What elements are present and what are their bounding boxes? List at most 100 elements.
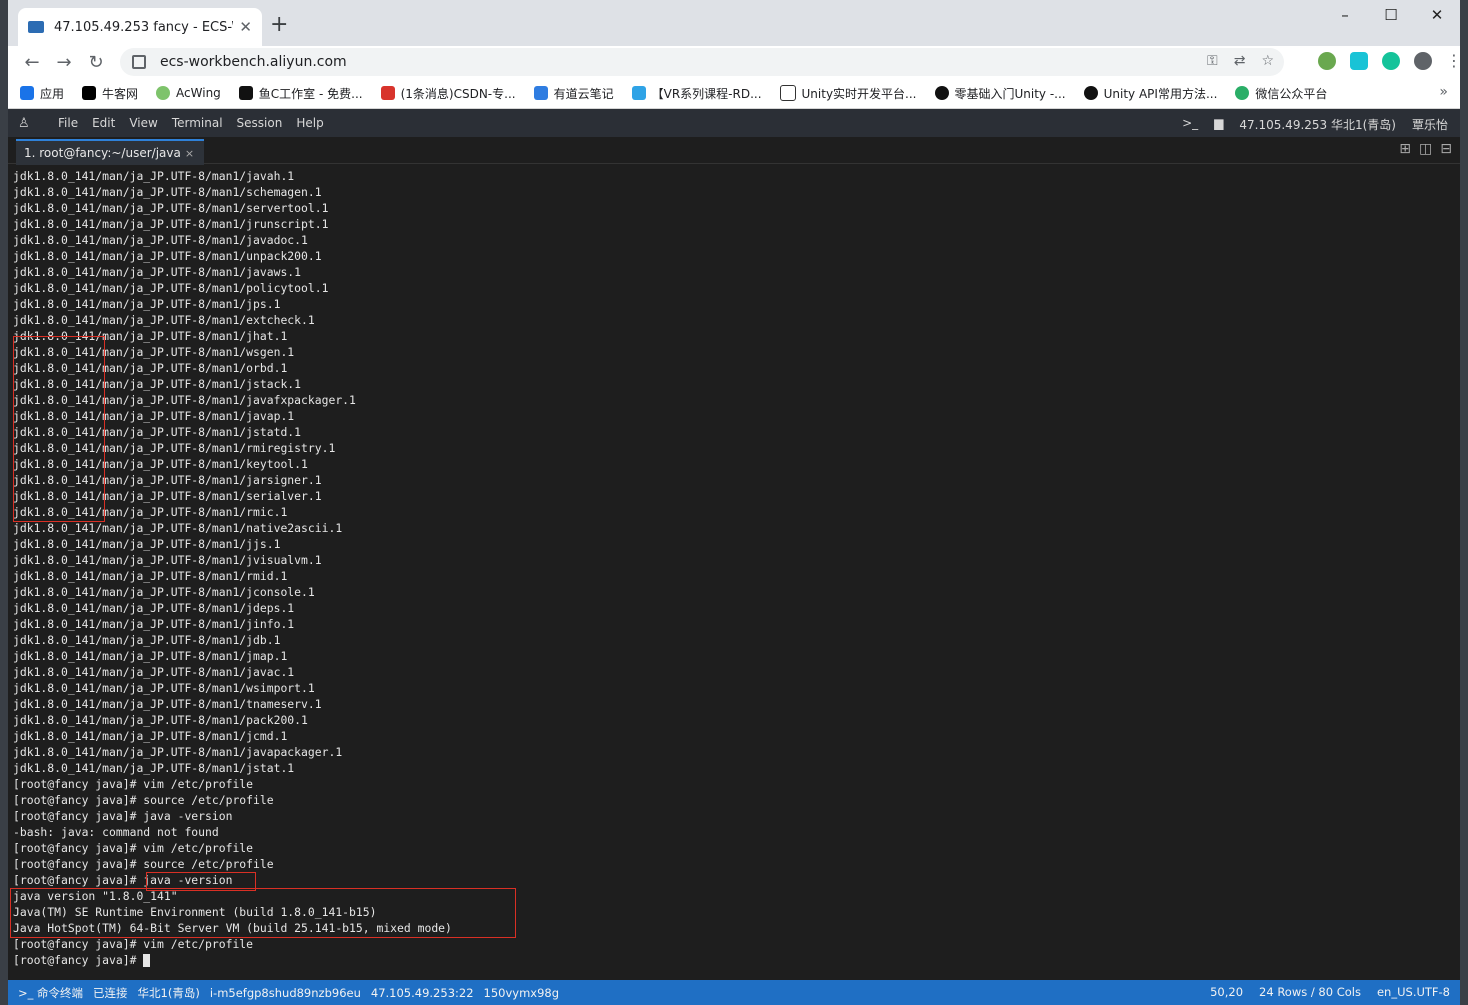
split-horizontal-icon[interactable]: ⊟ bbox=[1440, 141, 1452, 157]
extension-globe-icon[interactable] bbox=[1318, 52, 1336, 70]
bookmark-bilibili[interactable]: 【VR系列课程-RD... bbox=[631, 85, 762, 102]
sk-icon bbox=[934, 86, 949, 100]
bookmark-unity-course[interactable]: 零基础入门Unity -... bbox=[934, 85, 1066, 102]
terminal-size: 24 Rows / 80 Cols bbox=[1259, 985, 1361, 999]
terminal-line: jdk1.8.0_141/man/ja_JP.UTF-8/man1/jcmd.1 bbox=[13, 729, 288, 743]
extensions-area: ⋮ bbox=[1318, 52, 1460, 70]
profile-avatar-icon[interactable] bbox=[1414, 52, 1432, 70]
close-window-button[interactable]: ✕ bbox=[1414, 0, 1460, 30]
window-controls: – ☐ ✕ bbox=[1322, 0, 1460, 30]
terminal-line: jdk1.8.0_141/man/ja_JP.UTF-8/man1/orbd.1 bbox=[13, 361, 288, 375]
menu-session[interactable]: Session bbox=[237, 116, 283, 130]
apps-grid-icon bbox=[20, 86, 34, 100]
reload-icon[interactable]: ↻ bbox=[80, 52, 112, 73]
new-pane-icon[interactable]: ⊞ bbox=[1399, 141, 1411, 157]
extension-grammarly-icon[interactable] bbox=[1382, 52, 1400, 70]
terminal-line: jdk1.8.0_141/man/ja_JP.UTF-8/man1/jdb.1 bbox=[13, 633, 281, 647]
browser-toolbar: ← → ↻ ecs-workbench.aliyun.com ⚿ ⇄ ☆ ⋮ bbox=[8, 46, 1460, 78]
bookmark-unity-api[interactable]: Unity API常用方法... bbox=[1083, 85, 1217, 102]
instance-id: i-m5efgp8shud89nzb96eu bbox=[209, 985, 361, 1000]
terminal-line: -bash: java: command not found bbox=[13, 825, 219, 839]
workbench-menubar: ♙ File Edit View Terminal Session Help >… bbox=[8, 109, 1460, 137]
extension-square-icon[interactable] bbox=[1350, 52, 1368, 70]
terminal-line: [root@fancy java]# vim /etc/profile bbox=[13, 841, 254, 855]
status-right: 50,20 24 Rows / 80 Cols en_US.UTF-8 bbox=[1210, 985, 1450, 999]
address-bar[interactable]: ecs-workbench.aliyun.com ⚿ ⇄ ☆ bbox=[120, 48, 1284, 76]
terminal-line: jdk1.8.0_141/man/ja_JP.UTF-8/man1/jps.1 bbox=[13, 297, 281, 311]
menu-help[interactable]: Help bbox=[296, 116, 323, 130]
terminal-tab-close-icon[interactable]: × bbox=[185, 147, 194, 160]
bookmarks-bar: 应用 牛客网 AcWing 鱼C工作室 - 免费... (1条消息)CSDN-专… bbox=[8, 78, 1460, 109]
bookmark-unity[interactable]: Unity实时开发平台... bbox=[779, 85, 917, 102]
youdao-note-icon bbox=[533, 86, 548, 100]
wechat-icon bbox=[1235, 86, 1250, 100]
user-name[interactable]: 覃乐怡 bbox=[1412, 116, 1448, 133]
terminal-tab-bar: 1. root@fancy:~/user/java × ⊞ ◫ ⊟ bbox=[8, 137, 1460, 165]
encoding[interactable]: en_US.UTF-8 bbox=[1377, 985, 1450, 999]
bookmark-apps[interactable]: 应用 bbox=[20, 85, 64, 102]
browser-window: 47.105.49.253 fancy - ECS-Wo ✕ + – ☐ ✕ ←… bbox=[8, 0, 1460, 1005]
terminal-line: jdk1.8.0_141/man/ja_JP.UTF-8/man1/jmap.1 bbox=[13, 649, 288, 663]
more-bookmarks-icon[interactable]: » bbox=[1439, 84, 1448, 100]
menu-edit[interactable]: Edit bbox=[92, 116, 115, 130]
bookmark-fishc[interactable]: 鱼C工作室 - 免费... bbox=[238, 85, 363, 102]
terminal-line: jdk1.8.0_141/man/ja_JP.UTF-8/man1/keytoo… bbox=[13, 457, 308, 471]
terminal-status-label[interactable]: >_ 命令终端 bbox=[18, 985, 83, 1001]
highlight-box-version-output bbox=[10, 888, 516, 938]
linux-icon: ♙ bbox=[18, 115, 30, 131]
bookmark-acwing[interactable]: AcWing bbox=[156, 86, 221, 100]
browser-tab[interactable]: 47.105.49.253 fancy - ECS-Wo ✕ bbox=[18, 8, 262, 46]
bookmark-wechat[interactable]: 微信公众平台 bbox=[1235, 85, 1327, 102]
terminal-line: [root@fancy java]# source /etc/profile bbox=[13, 793, 274, 807]
terminal-line: jdk1.8.0_141/man/ja_JP.UTF-8/man1/policy… bbox=[13, 281, 329, 295]
highlight-box-jdk-paths bbox=[13, 336, 105, 522]
bookmark-nowcoder[interactable]: 牛客网 bbox=[82, 85, 138, 102]
terminal-line: jdk1.8.0_141/man/ja_JP.UTF-8/man1/jstatd… bbox=[13, 425, 302, 439]
folder-icon[interactable]: ▆ bbox=[1214, 116, 1223, 133]
key-icon[interactable]: ⚿ bbox=[1207, 53, 1218, 69]
terminal-tab[interactable]: 1. root@fancy:~/user/java × bbox=[16, 139, 205, 165]
terminal-line: jdk1.8.0_141/man/ja_JP.UTF-8/man1/javaws… bbox=[13, 265, 302, 279]
new-tab-button[interactable]: + bbox=[270, 12, 288, 37]
menu-terminal[interactable]: Terminal bbox=[172, 116, 223, 130]
sk-icon bbox=[1083, 86, 1098, 100]
terminal-line: jdk1.8.0_141/man/ja_JP.UTF-8/man1/javah.… bbox=[13, 169, 295, 183]
bookmark-star-icon[interactable]: ☆ bbox=[1261, 53, 1274, 69]
terminal-prompt-icon[interactable]: >_ bbox=[1182, 116, 1198, 133]
terminal-line: jdk1.8.0_141/man/ja_JP.UTF-8/man1/javapa… bbox=[13, 745, 343, 759]
session-id: 150vymx98g bbox=[483, 985, 560, 1000]
tab-close-icon[interactable]: ✕ bbox=[239, 18, 252, 36]
menu-kebab-icon[interactable]: ⋮ bbox=[1446, 52, 1460, 70]
minimize-button[interactable]: – bbox=[1322, 0, 1368, 30]
back-icon[interactable]: ← bbox=[16, 52, 48, 73]
terminal-line: [root@fancy java]# bbox=[13, 952, 1460, 968]
terminal-line: jdk1.8.0_141/man/ja_JP.UTF-8/man1/jvisua… bbox=[13, 553, 322, 567]
status-bar: >_ 命令终端 已连接 华北1(青岛) i-m5efgp8shud89nzb96… bbox=[8, 980, 1460, 1005]
maximize-button[interactable]: ☐ bbox=[1368, 0, 1414, 30]
terminal-line: jdk1.8.0_141/man/ja_JP.UTF-8/man1/jhat.1 bbox=[13, 329, 288, 343]
terminal-line: [root@fancy java]# java -version bbox=[13, 809, 233, 823]
terminal-line: jdk1.8.0_141/man/ja_JP.UTF-8/man1/rmireg… bbox=[13, 441, 336, 455]
bookmark-youdao[interactable]: 有道云笔记 bbox=[533, 85, 614, 102]
region-status: 华北1(青岛) bbox=[137, 985, 200, 1000]
terminal-tab-label: 1. root@fancy:~/user/java bbox=[24, 146, 181, 160]
terminal-output[interactable]: jdk1.8.0_141/man/ja_JP.UTF-8/man1/javah.… bbox=[8, 168, 1460, 980]
terminal-line: jdk1.8.0_141/man/ja_JP.UTF-8/man1/javap.… bbox=[13, 409, 295, 423]
forward-icon[interactable]: → bbox=[48, 52, 80, 73]
terminal-line: jdk1.8.0_141/man/ja_JP.UTF-8/man1/javac.… bbox=[13, 665, 295, 679]
terminal-line: jdk1.8.0_141/man/ja_JP.UTF-8/man1/jinfo.… bbox=[13, 617, 295, 631]
bilibili-icon bbox=[631, 86, 646, 100]
translate-icon[interactable]: ⇄ bbox=[1234, 53, 1246, 69]
terminal-line: jdk1.8.0_141/man/ja_JP.UTF-8/man1/native… bbox=[13, 521, 343, 535]
menu-view[interactable]: View bbox=[129, 116, 157, 130]
split-vertical-icon[interactable]: ◫ bbox=[1419, 141, 1432, 157]
terminal-line: jdk1.8.0_141/man/ja_JP.UTF-8/man1/wsgen.… bbox=[13, 345, 295, 359]
bookmark-csdn[interactable]: (1条消息)CSDN-专... bbox=[380, 85, 516, 102]
terminal-line: jdk1.8.0_141/man/ja_JP.UTF-8/man1/jrunsc… bbox=[13, 217, 329, 231]
menu-file[interactable]: File bbox=[58, 116, 78, 130]
terminal-line: [root@fancy java]# vim /etc/profile bbox=[13, 937, 254, 951]
terminal-line: jdk1.8.0_141/man/ja_JP.UTF-8/man1/pack20… bbox=[13, 713, 308, 727]
terminal-line: jdk1.8.0_141/man/ja_JP.UTF-8/man1/wsimpo… bbox=[13, 681, 315, 695]
url-text: ecs-workbench.aliyun.com bbox=[160, 54, 347, 70]
terminal-line: jdk1.8.0_141/man/ja_JP.UTF-8/man1/server… bbox=[13, 201, 329, 215]
